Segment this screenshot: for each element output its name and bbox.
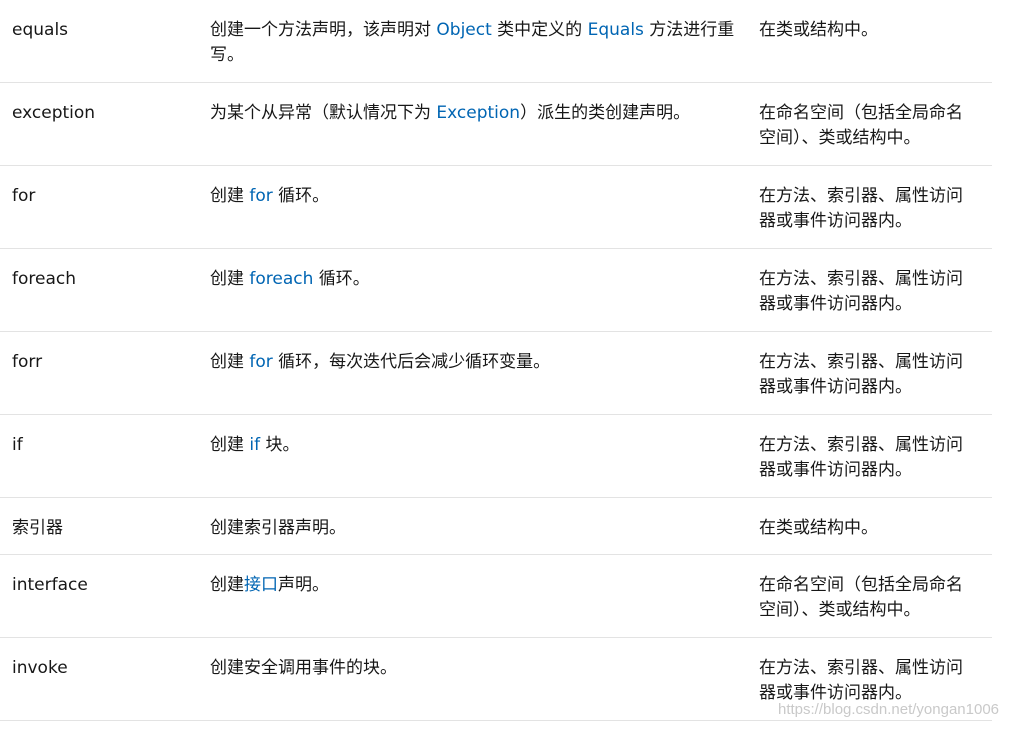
shortcut-description: 创建 if 块。 xyxy=(210,435,300,455)
doc-link[interactable]: Equals xyxy=(588,20,644,40)
shortcut-description: 创建 for 循环。 xyxy=(210,186,330,206)
doc-link[interactable]: foreach xyxy=(249,269,313,289)
doc-link[interactable]: 接口 xyxy=(244,575,278,595)
valid-location: 在方法、索引器、属性访问器或事件访问器内。 xyxy=(759,435,963,480)
doc-link[interactable]: Object xyxy=(436,20,491,40)
table-row: forr 创建 for 循环，每次迭代后会减少循环变量。 在方法、索引器、属性访问器… xyxy=(0,332,992,415)
table-row: if 创建 if 块。 在方法、索引器、属性访问器或事件访问器内。 xyxy=(0,415,992,498)
valid-location: 在方法、索引器、属性访问器或事件访问器内。 xyxy=(759,352,963,397)
shortcut-name: foreach xyxy=(12,269,76,289)
valid-location: 在命名空间（包括全局命名空间）、类或结构中。 xyxy=(759,575,963,620)
table-row: equals 创建一个方法声明，该声明对 Object 类中定义的 Equals … xyxy=(0,0,992,83)
valid-location: 在类或结构中。 xyxy=(759,20,878,40)
table-row: for 创建 for 循环。 在方法、索引器、属性访问器或事件访问器内。 xyxy=(0,166,992,249)
doc-link[interactable]: for xyxy=(249,352,272,372)
table-row: interface 创建接口声明。 在命名空间（包括全局命名空间）、类或结构中。 xyxy=(0,555,992,638)
shortcut-description: 创建一个方法声明，该声明对 Object 类中定义的 Equals 方法进行重写… xyxy=(210,20,735,65)
valid-location: 在方法、索引器、属性访问器或事件访问器内。 xyxy=(759,658,963,703)
valid-location: 在方法、索引器、属性访问器或事件访问器内。 xyxy=(759,186,963,231)
doc-link[interactable]: Exception xyxy=(436,103,520,123)
table-row: exception 为某个从异常（默认情况下为 Exception）派生的类创建声… xyxy=(0,83,992,166)
doc-link[interactable]: for xyxy=(249,186,272,206)
shortcut-description: 创建 foreach 循环。 xyxy=(210,269,370,289)
shortcut-name: forr xyxy=(12,352,43,372)
shortcut-description: 为某个从异常（默认情况下为 Exception）派生的类创建声明。 xyxy=(210,103,691,123)
shortcut-description: 创建 for 循环，每次迭代后会减少循环变量。 xyxy=(210,352,551,372)
shortcut-description: 创建索引器声明。 xyxy=(210,518,346,538)
valid-location: 在方法、索引器、属性访问器或事件访问器内。 xyxy=(759,269,963,314)
shortcut-name: for xyxy=(12,186,36,206)
doc-link[interactable]: if xyxy=(249,435,260,455)
shortcut-name: equals xyxy=(12,20,69,40)
valid-location: 在命名空间（包括全局命名空间）、类或结构中。 xyxy=(759,103,963,148)
shortcut-name: exception xyxy=(12,103,96,123)
valid-location: 在类或结构中。 xyxy=(759,518,878,538)
shortcut-name: 索引器 xyxy=(12,518,63,538)
shortcut-name: interface xyxy=(12,575,88,595)
watermark: https://blog.csdn.net/yongan1006 xyxy=(778,701,1000,718)
table-row: foreach 创建 foreach 循环。 在方法、索引器、属性访问器或事件访问器… xyxy=(0,249,992,332)
shortcut-name: invoke xyxy=(12,658,68,678)
shortcut-name: if xyxy=(12,435,23,455)
shortcut-description: 创建接口声明。 xyxy=(210,575,329,595)
shortcut-description: 创建安全调用事件的块。 xyxy=(210,658,397,678)
table-row: 索引器 创建索引器声明。 在类或结构中。 xyxy=(0,498,992,555)
snippet-table: equals 创建一个方法声明，该声明对 Object 类中定义的 Equals … xyxy=(0,0,992,721)
